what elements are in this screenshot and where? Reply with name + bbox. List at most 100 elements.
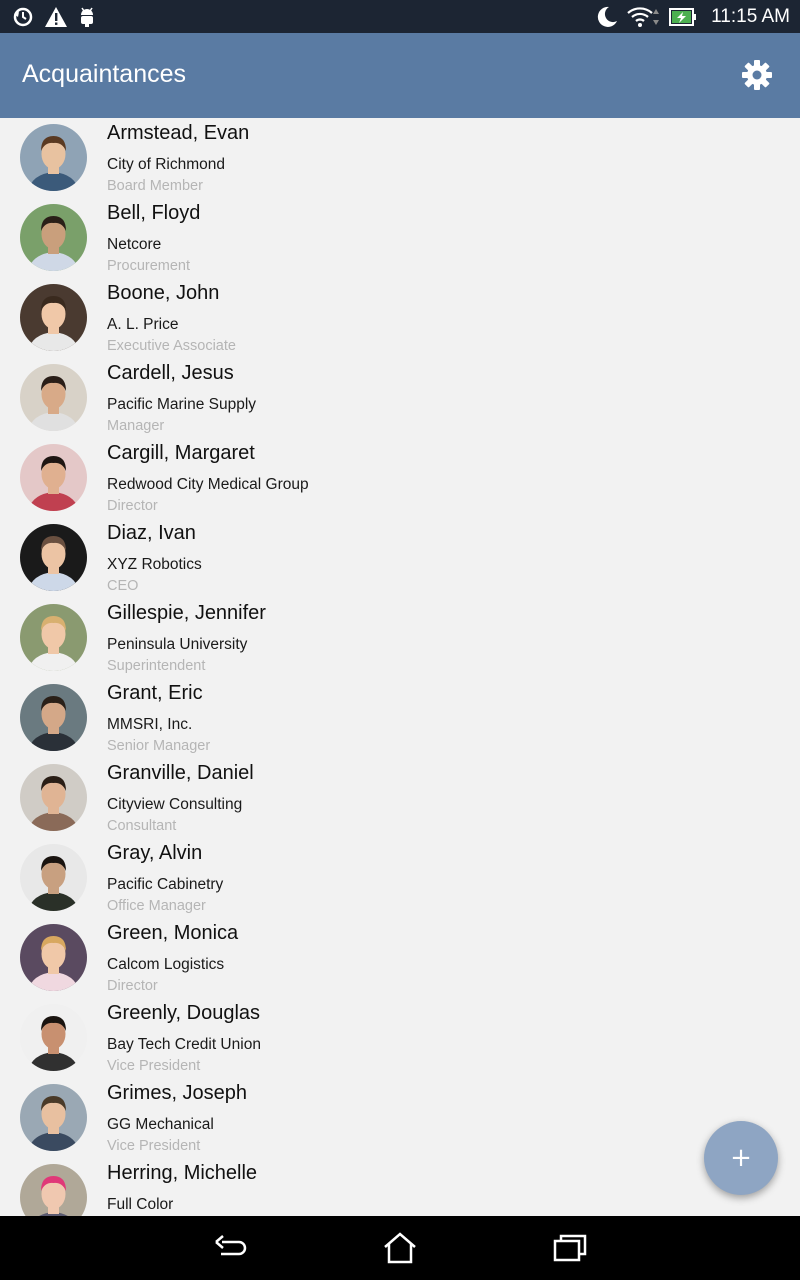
contact-name: Diaz, Ivan [107,522,196,544]
contact-title: Superintendent [107,658,206,674]
contact-company: MMSRI, Inc. [107,716,193,733]
contact-title: Vice President [107,1138,201,1154]
contact-name: Greenly, Douglas [107,1002,261,1024]
night-mode-icon [597,6,618,27]
navigation-bar [0,1216,800,1280]
contact-avatar [20,524,87,591]
contact-company: A. L. Price [107,316,179,333]
contact-name: Bell, Floyd [107,202,201,224]
contact-avatar [20,844,87,911]
contact-list-item[interactable]: Cardell, Jesus Pacific Marine Supply Manag… [0,358,800,438]
contact-company: Peninsula University [107,636,248,653]
status-left-icons [12,4,96,30]
contact-list-item[interactable]: Diaz, Ivan XYZ Robotics CEO [0,518,800,598]
avatar-photo [20,1164,87,1216]
contact-company: City of Richmond [107,156,226,173]
contact-company: Calcom Logistics [107,956,225,973]
contact-title: CEO [107,578,139,594]
recent-apps-button[interactable] [550,1228,590,1268]
contact-list-item[interactable]: Gray, Alvin Pacific Cabinetry Office Manag… [0,838,800,918]
contact-list-item[interactable]: Armstead, Evan City of Richmond Board Memb… [0,118,800,198]
contact-title: Office Manager [107,898,206,914]
contact-list-item[interactable]: Grimes, Joseph GG Mechanical Vice Presiden… [0,1078,800,1158]
contact-name: Granville, Daniel [107,762,254,784]
back-icon [215,1235,247,1256]
contact-avatar [20,1004,87,1071]
contact-list-item[interactable]: Herring, Michelle Full Color [0,1158,800,1216]
contact-name: Cargill, Margaret [107,442,255,464]
contact-title: Vice President [107,1058,201,1074]
battery-charging-icon [669,8,697,26]
contact-list-item[interactable]: Granville, Daniel Cityview Consulting Cons… [0,758,800,838]
contact-company: GG Mechanical [107,1116,214,1133]
contact-avatar [20,764,87,831]
contact-company: Bay Tech Credit Union [107,1036,261,1053]
recent-apps-icon [553,1234,587,1262]
avatar-photo [20,1004,87,1071]
contact-title: Executive Associate [107,338,236,354]
contact-name: Boone, John [107,282,220,304]
contact-list-item[interactable]: Greenly, Douglas Bay Tech Credit Union Vic… [0,998,800,1078]
avatar-photo [20,844,87,911]
settings-button[interactable] [737,55,777,95]
contact-name: Grant, Eric [107,682,203,704]
avatar-photo [20,364,87,431]
avatar-photo [20,524,87,591]
contact-title: Director [107,978,158,994]
contact-avatar [20,684,87,751]
contact-avatar [20,444,87,511]
contact-title: Board Member [107,178,203,194]
contact-company: Pacific Cabinetry [107,876,224,893]
avatar-photo [20,444,87,511]
avatar-photo [20,924,87,991]
contact-company: Pacific Marine Supply [107,396,257,413]
contact-list-item[interactable]: Cargill, Margaret Redwood City Medical Gr… [0,438,800,518]
contact-title: Senior Manager [107,738,211,754]
contact-company: Netcore [107,236,162,253]
contact-title: Procurement [107,258,191,274]
avatar-photo [20,604,87,671]
contact-name: Herring, Michelle [107,1162,258,1184]
contact-name: Gillespie, Jennifer [107,602,266,624]
contact-name: Green, Monica [107,922,239,944]
contact-name: Cardell, Jesus [107,362,234,384]
contact-company: Redwood City Medical Group [107,476,309,493]
contact-avatar [20,124,87,191]
contact-title: Manager [107,418,165,434]
gear-icon [742,60,772,90]
contact-avatar [20,204,87,271]
contact-name: Gray, Alvin [107,842,203,864]
avatar-photo [20,1084,87,1151]
contact-avatar [20,924,87,991]
avatar-photo [20,764,87,831]
contact-company: Full Color [107,1196,174,1213]
contact-avatar [20,1084,87,1151]
contact-company: XYZ Robotics [107,556,202,573]
contact-list[interactable]: Armstead, Evan City of Richmond Board Memb… [0,118,800,1216]
avatar-photo [20,204,87,271]
warning-icon [45,7,67,27]
home-icon [384,1232,416,1264]
status-right-icons: 11:15 AM [595,3,790,31]
contact-title: Consultant [107,818,177,834]
back-button[interactable] [210,1228,250,1268]
contact-list-item[interactable]: Bell, Floyd Netcore Procurement [0,198,800,278]
add-label: + [730,1143,752,1173]
home-button[interactable] [380,1228,420,1268]
contact-list-item[interactable]: Boone, John A. L. Price Executive Associat… [0,278,800,358]
contact-avatar [20,284,87,351]
app-bar: Acquaintances [0,33,800,118]
sync-icon [13,7,33,27]
wifi-icon [627,7,660,27]
contact-list-item[interactable]: Gillespie, Jennifer Peninsula University S… [0,598,800,678]
contact-title: Director [107,498,158,514]
contact-list-item[interactable]: Green, Monica Calcom Logistics Director [0,918,800,998]
contact-avatar [20,1164,87,1216]
contact-list-item[interactable]: Grant, Eric MMSRI, Inc. Senior Manager [0,678,800,758]
avatar-photo [20,284,87,351]
contact-company: Cityview Consulting [107,796,243,813]
contact-avatar [20,604,87,671]
contact-avatar [20,364,87,431]
contact-name: Grimes, Joseph [107,1082,248,1104]
add-contact-button[interactable]: + [704,1121,778,1195]
